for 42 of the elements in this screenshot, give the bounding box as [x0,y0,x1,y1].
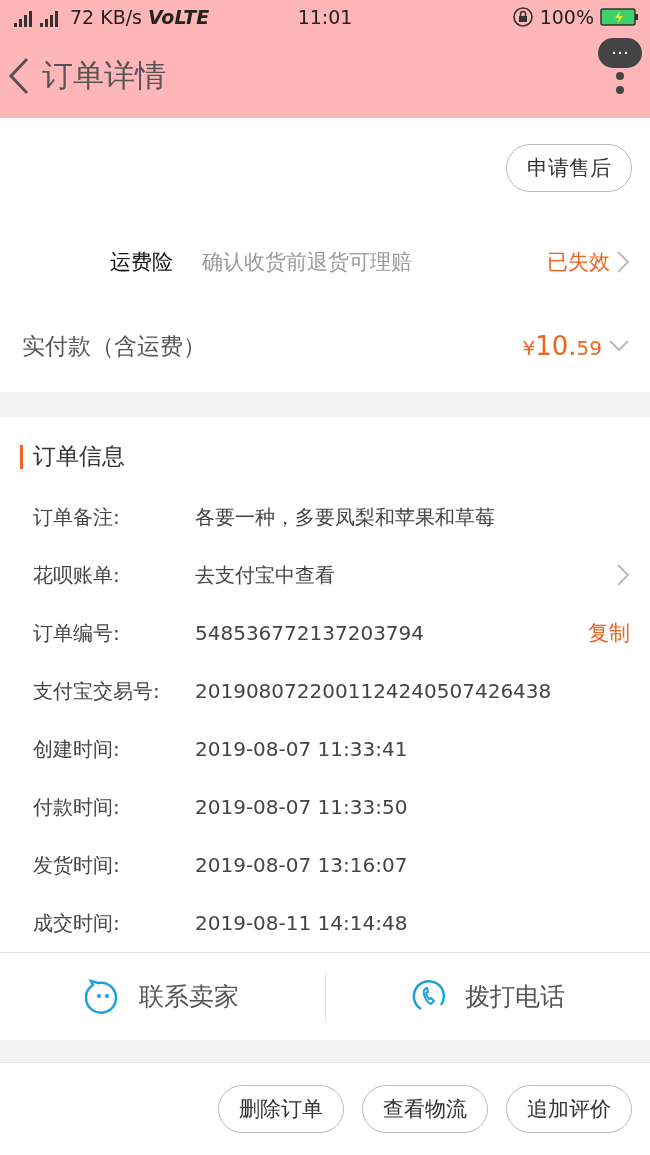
battery-icon [600,7,640,27]
payment-label: 实付款（含运费） [22,331,206,361]
insurance-label: 运费险 [110,249,174,276]
back-icon[interactable] [8,57,30,95]
chevron-right-icon [616,250,630,274]
insurance-status: 已失效 [547,249,610,276]
info-label: 花呗账单: [33,561,121,589]
rotation-lock-icon [511,6,534,28]
info-value: 2019-08-07 13:16:07 [195,853,408,877]
more-button[interactable] [598,38,642,68]
battery-percent: 100% [539,6,594,28]
info-value: 2019-08-07 11:33:41 [195,737,408,761]
insurance-description: 确认收货前退货可理赔 [202,249,413,276]
info-label: 订单备注: [33,503,121,531]
info-value: 去支付宝中查看 [195,561,335,589]
contact-button[interactable]: 拨打电话 [325,953,650,1040]
order-action-button[interactable]: 查看物流 [362,1085,488,1133]
chevron-down-icon [608,339,630,353]
ellipsis-icon [613,51,627,55]
chevron-right-icon [616,563,630,587]
info-value: 2019-08-11 14:14:48 [195,911,408,935]
volte-indicator: VoLTE [148,6,210,28]
info-label: 订单编号: [33,619,121,647]
payment-amount: ¥10.59 [522,331,602,361]
after-sale-button[interactable]: 申请售后 [506,144,632,192]
accent-bar [20,444,23,469]
order-action-button[interactable]: 追加评价 [506,1085,632,1133]
info-value: 2019080722001124240507426438 [195,679,552,703]
page-title: 订单详情 [42,56,166,95]
info-label: 支付宝交易号: [33,677,161,705]
network-speed: 72 KB/s [70,6,142,28]
info-label: 成交时间: [33,909,121,937]
info-label: 付款时间: [33,793,121,821]
info-value: 各要一种，多要凤梨和苹果和草莓 [195,503,495,531]
order-action-button[interactable]: 删除订单 [218,1085,344,1133]
contact-button[interactable]: 联系卖家 [0,953,325,1040]
info-value: 548536772137203794 [195,621,425,645]
info-label: 发货时间: [33,851,121,879]
clock: 11:01 [297,6,353,28]
info-label: 创建时间: [33,735,121,763]
info-value: 2019-08-07 11:33:50 [195,795,408,819]
section-title: 订单信息 [33,442,125,471]
